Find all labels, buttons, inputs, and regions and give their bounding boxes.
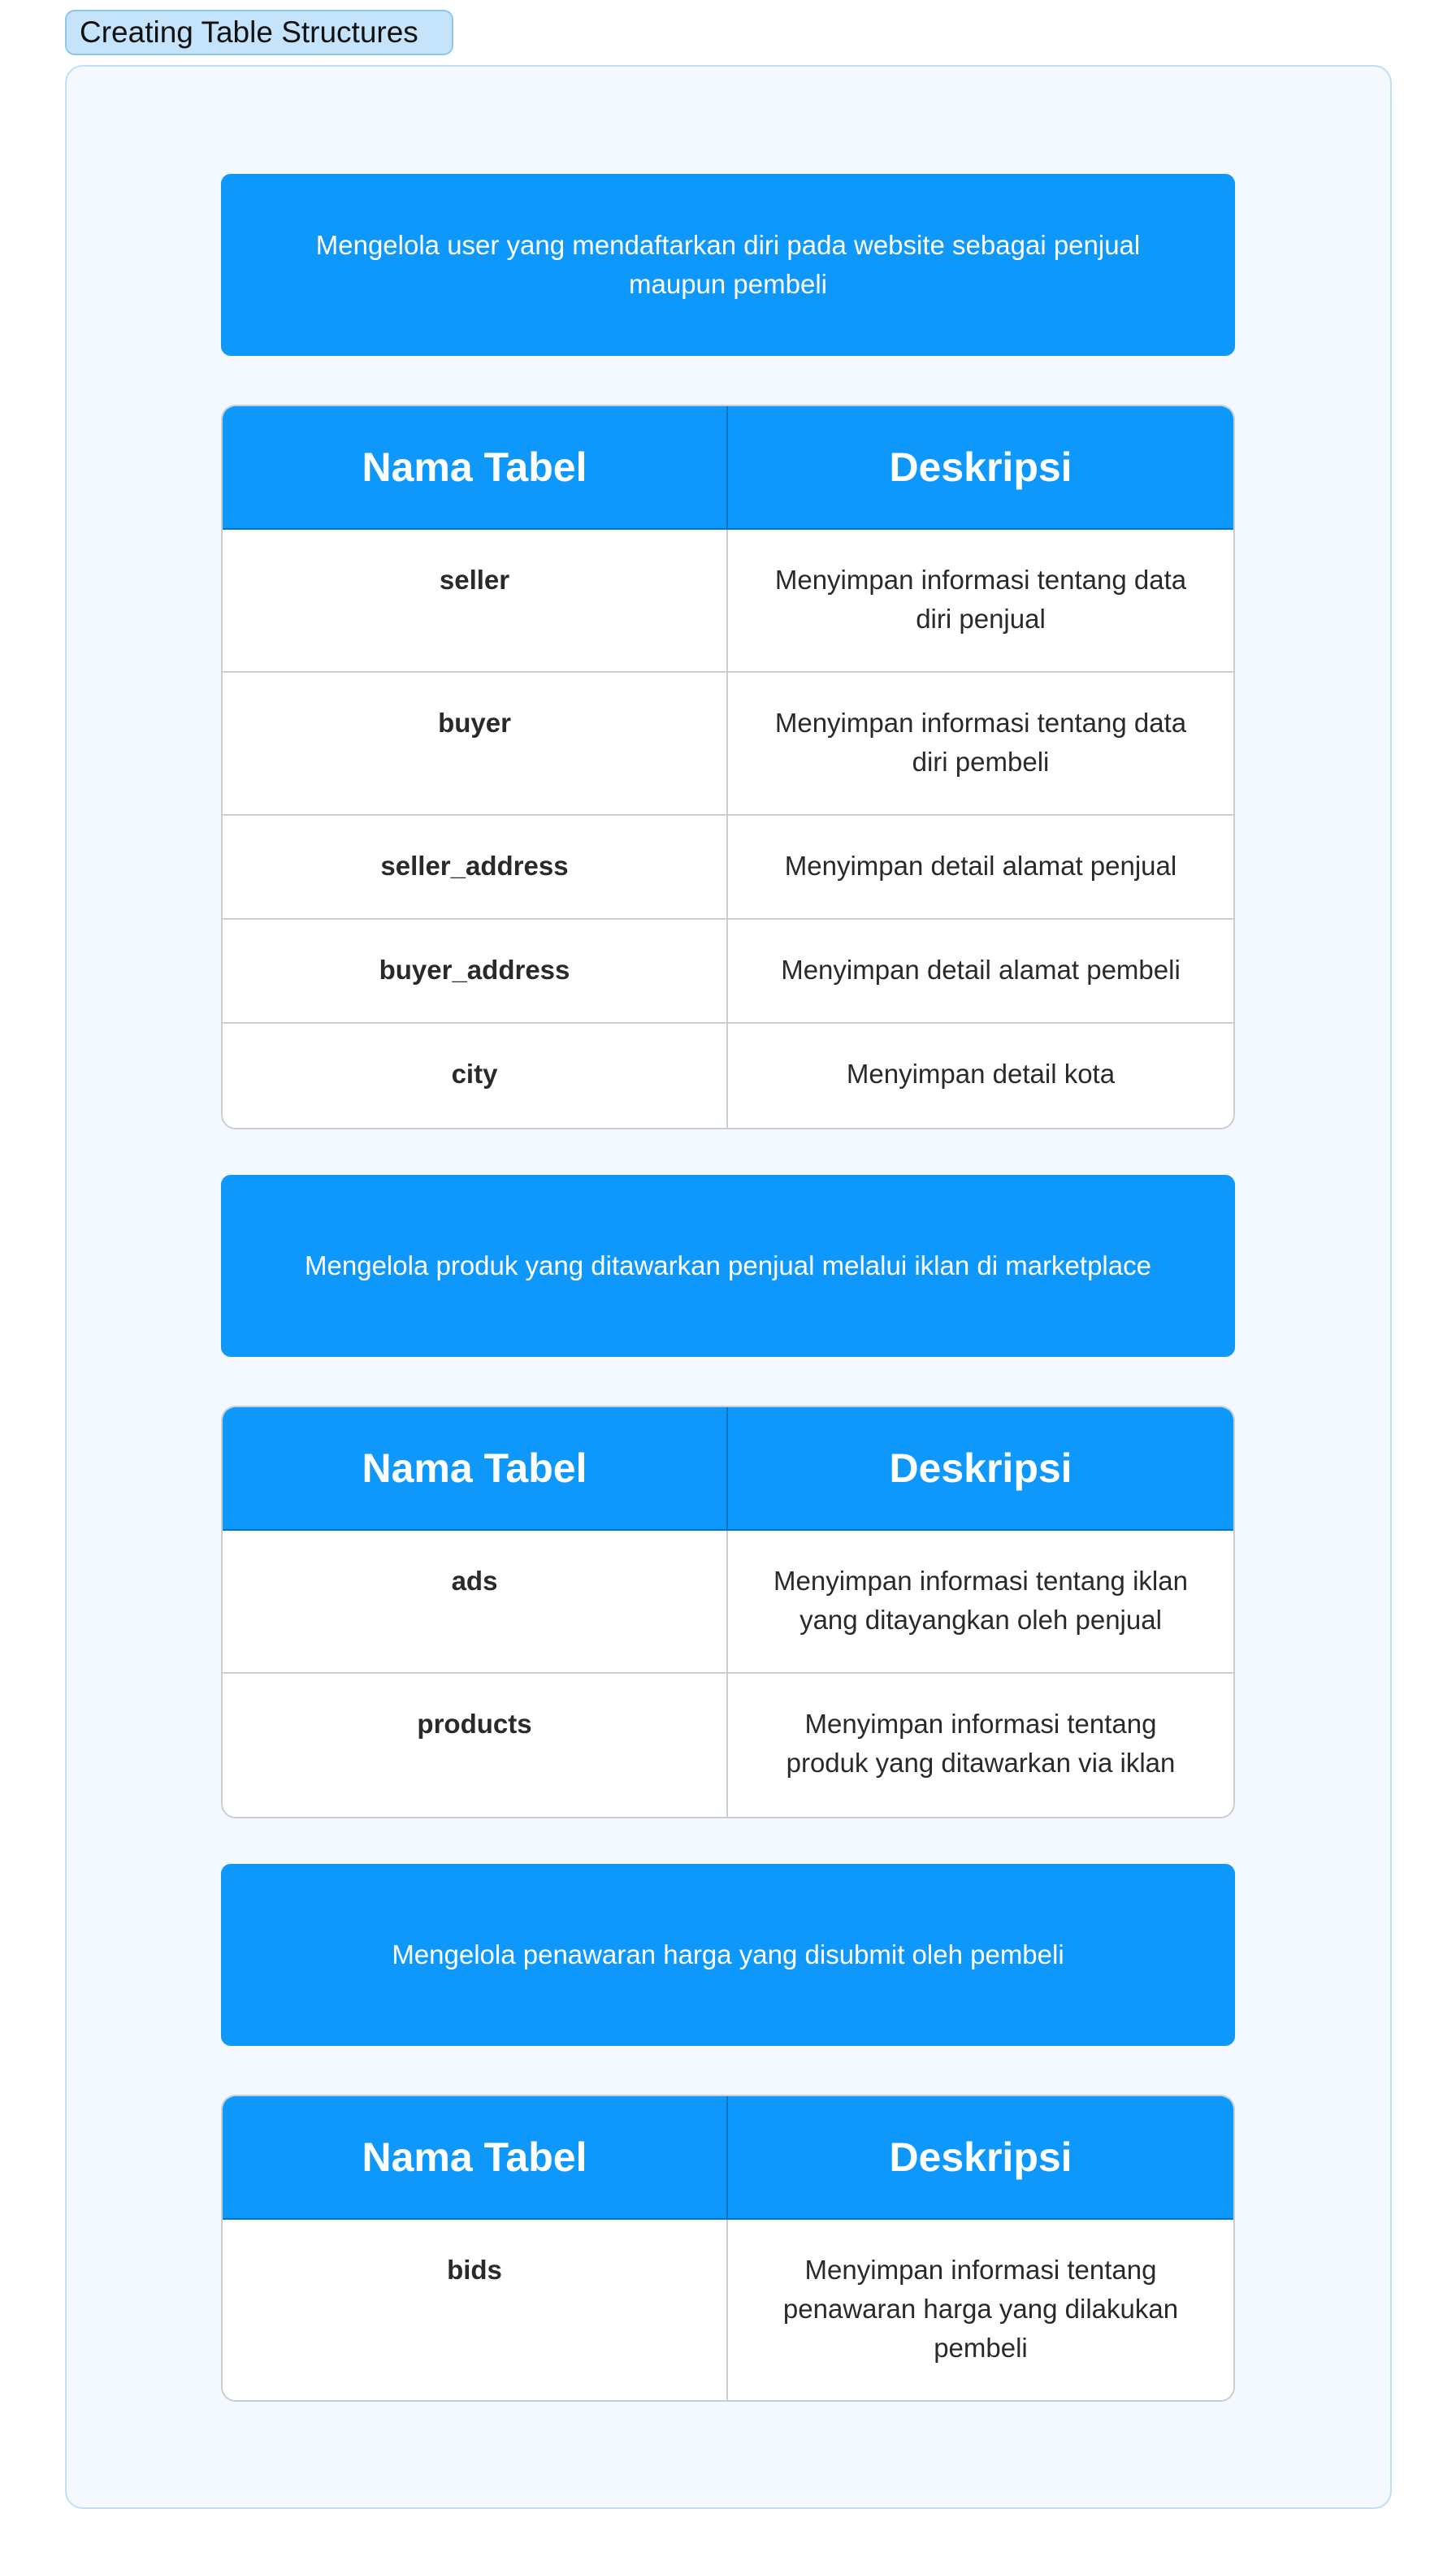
table-description-cell: Menyimpan informasi tentang penawaran ha… [782,2255,1179,2363]
table-row: buyer Menyimpan informasi tentang data d… [223,673,1233,816]
table-name-cell: buyer_address [223,920,728,1022]
table-description-cell: Menyimpan detail kota [846,1059,1116,1089]
column-header-description: Deskripsi [889,1445,1072,1491]
table-name-cell: bids [223,2220,728,2400]
section-description-bids: Mengelola penawaran harga yang disubmit … [221,1864,1235,2046]
table-user: Nama Tabel Deskripsi seller Menyimpan in… [221,405,1235,1129]
table-row: seller_address Menyimpan detail alamat p… [223,816,1233,920]
table-description-cell: Menyimpan detail alamat pembeli [781,955,1181,985]
section-description-text: Mengelola penawaran harga yang disubmit … [392,1939,1064,1970]
table-description-cell: Menyimpan informasi tentang data diri pe… [774,565,1187,634]
table-bids: Nama Tabel Deskripsi bids Menyimpan info… [221,2095,1235,2402]
table-description-cell: Menyimpan informasi tentang produk yang … [786,1709,1176,1778]
table-description-cell: Menyimpan informasi tentang data diri pe… [774,708,1187,777]
section-description-user: Mengelola user yang mendaftarkan diri pa… [221,174,1235,356]
table-row: bids Menyimpan informasi tentang penawar… [223,2220,1233,2400]
table-description-cell: Menyimpan detail alamat penjual [784,851,1177,881]
column-header-name: Nama Tabel [223,2096,728,2218]
table-row: buyer_address Menyimpan detail alamat pe… [223,920,1233,1024]
column-header-name: Nama Tabel [223,406,728,528]
table-name-cell: seller [223,530,728,671]
section-description-products: Mengelola produk yang ditawarkan penjual… [221,1175,1235,1357]
column-header-name: Nama Tabel [223,1407,728,1529]
table-name-cell: city [223,1024,728,1128]
table-header: Nama Tabel Deskripsi [223,406,1233,530]
table-products: Nama Tabel Deskripsi ads Menyimpan infor… [221,1406,1235,1818]
table-row: seller Menyimpan informasi tentang data … [223,530,1233,673]
table-row: city Menyimpan detail kota [223,1024,1233,1128]
table-name-cell: buyer [223,673,728,814]
table-description-cell: Menyimpan informasi tentang iklan yang d… [774,1566,1188,1635]
column-header-description: Deskripsi [889,2134,1072,2180]
table-name-cell: products [223,1674,728,1817]
page-title: Creating Table Structures [65,10,453,55]
table-row: ads Menyimpan informasi tentang iklan ya… [223,1531,1233,1674]
table-name-cell: ads [223,1531,728,1672]
column-header-description: Deskripsi [889,444,1072,490]
section-description-text: Mengelola produk yang ditawarkan penjual… [305,1250,1151,1280]
table-row: products Menyimpan informasi tentang pro… [223,1674,1233,1817]
section-description-text: Mengelola user yang mendaftarkan diri pa… [315,230,1141,299]
table-name-cell: seller_address [223,816,728,918]
table-header: Nama Tabel Deskripsi [223,2096,1233,2220]
table-header: Nama Tabel Deskripsi [223,1407,1233,1531]
